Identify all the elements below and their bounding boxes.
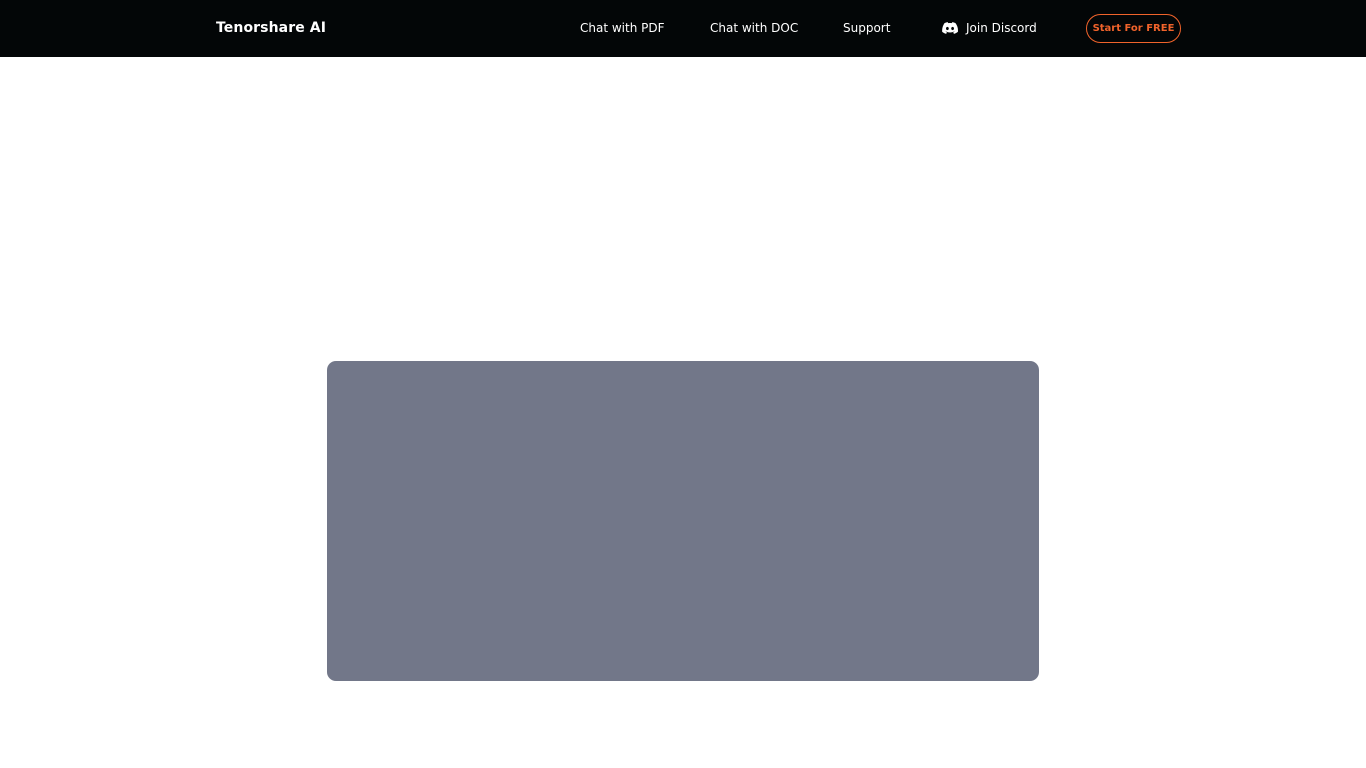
nav-join-discord[interactable]: Join Discord: [942, 19, 1037, 37]
nav-support[interactable]: Support: [843, 19, 890, 37]
media-placeholder: [327, 361, 1039, 681]
top-navigation-bar: Tenorshare AI Chat with PDF Chat with DO…: [0, 0, 1366, 57]
start-for-free-button[interactable]: Start For FREE: [1086, 14, 1181, 43]
brand-logo[interactable]: Tenorshare AI: [216, 18, 326, 38]
nav-join-discord-label: Join Discord: [966, 21, 1037, 35]
nav-chat-with-doc[interactable]: Chat with DOC: [710, 19, 798, 37]
nav-chat-with-pdf[interactable]: Chat with PDF: [580, 19, 665, 37]
discord-icon: [942, 22, 958, 34]
